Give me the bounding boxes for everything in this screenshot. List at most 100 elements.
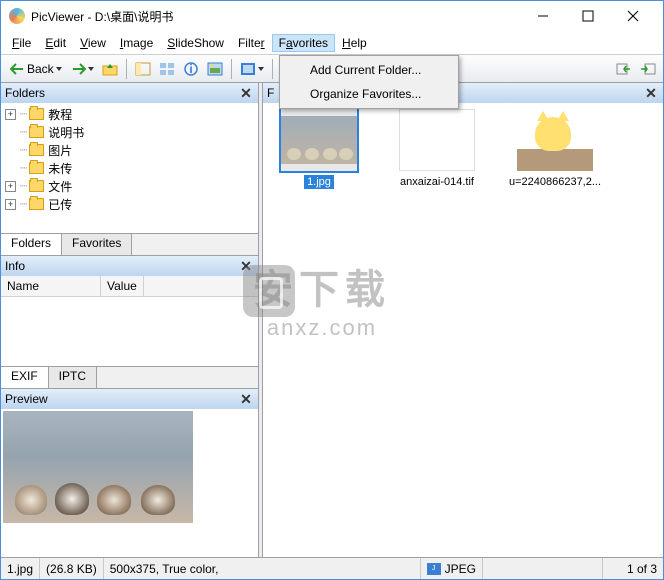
tree-item[interactable]: ┈图片 xyxy=(1,141,258,159)
folder-icon xyxy=(29,108,44,120)
folder-icon xyxy=(29,162,44,174)
preview-panel-close[interactable]: ✕ xyxy=(238,391,254,407)
tree-label: 文件 xyxy=(48,178,72,195)
tree-label: 说明书 xyxy=(48,124,84,141)
main-area: Folders ✕ +┈教程 ┈说明书 ┈图片 ┈未传 +┈文件 +┈已传 Fo… xyxy=(1,83,663,557)
folders-panel-title: Folders xyxy=(5,86,238,100)
info-col-value[interactable]: Value xyxy=(101,276,144,296)
tab-folders[interactable]: Folders xyxy=(1,234,62,256)
right-column: F ✕ 1.jpg anxaizai-014.tif u=2240866237,… xyxy=(263,83,663,557)
tab-exif[interactable]: EXIF xyxy=(1,367,49,389)
fullscreen-button[interactable] xyxy=(237,58,267,80)
close-button[interactable] xyxy=(610,2,655,30)
status-format: JJPEG xyxy=(421,558,483,579)
info-panel-close[interactable]: ✕ xyxy=(238,258,254,274)
forward-dropdown-icon xyxy=(88,67,94,71)
titlebar: PicViewer - D:\桌面\说明书 xyxy=(1,1,663,31)
tree-expand-icon[interactable]: + xyxy=(5,199,16,210)
menu-image[interactable]: Image xyxy=(113,34,160,52)
dropdown-add-folder[interactable]: Add Current Folder... xyxy=(282,58,456,82)
tree-item[interactable]: +┈已传 xyxy=(1,195,258,213)
thumbnail-item[interactable]: u=2240866237,2... xyxy=(505,109,605,189)
thumbnail-item[interactable]: 1.jpg xyxy=(269,109,369,189)
thumbnail-image xyxy=(517,109,593,171)
status-position: 1 of 3 xyxy=(603,558,663,579)
menu-file[interactable]: File xyxy=(5,34,38,52)
menu-filter[interactable]: Filter xyxy=(231,34,272,52)
tree-item[interactable]: ┈说明书 xyxy=(1,123,258,141)
toolbar-separator xyxy=(231,59,232,79)
tree-expand-icon xyxy=(5,163,16,174)
toolbar-separator xyxy=(272,59,273,79)
app-icon xyxy=(9,8,25,24)
menubar: File Edit View Image SlideShow Filter Fa… xyxy=(1,31,663,55)
tree-item[interactable]: ┈未传 xyxy=(1,159,258,177)
files-panel-close[interactable]: ✕ xyxy=(643,85,659,101)
thumbnail-image xyxy=(281,109,357,171)
folders-pane-button[interactable] xyxy=(132,58,154,80)
tree-label: 图片 xyxy=(48,142,72,159)
menu-edit[interactable]: Edit xyxy=(38,34,73,52)
left-bottom-tabs: Folders Favorites xyxy=(1,233,258,255)
status-filename: 1.jpg xyxy=(1,558,40,579)
preview-panel-header: Preview ✕ xyxy=(1,389,258,409)
window-title: PicViewer - D:\桌面\说明书 xyxy=(31,8,520,25)
tree-label: 未传 xyxy=(48,160,72,177)
status-dimensions: 500x375, True color, xyxy=(104,558,421,579)
folders-panel-header: Folders ✕ xyxy=(1,83,258,103)
thumbnail-item[interactable]: anxaizai-014.tif xyxy=(387,109,487,189)
info-grid: Name Value xyxy=(1,276,258,366)
minimize-button[interactable] xyxy=(520,2,565,30)
tree-item[interactable]: +┈文件 xyxy=(1,177,258,195)
thumbnail-label: u=2240866237,2... xyxy=(506,175,604,189)
statusbar: 1.jpg (26.8 KB) 500x375, True color, JJP… xyxy=(1,557,663,579)
menu-slideshow[interactable]: SlideShow xyxy=(160,34,231,52)
preview-image[interactable] xyxy=(3,411,193,523)
info-grid-header: Name Value xyxy=(1,276,258,297)
jpeg-icon: J xyxy=(427,563,441,575)
menu-help[interactable]: Help xyxy=(335,34,374,52)
preview-pane-button[interactable] xyxy=(204,58,226,80)
maximize-button[interactable] xyxy=(565,2,610,30)
tree-expand-icon xyxy=(5,145,16,156)
folder-tree[interactable]: +┈教程 ┈说明书 ┈图片 ┈未传 +┈文件 +┈已传 xyxy=(1,103,258,233)
thumbnails-button[interactable] xyxy=(156,58,178,80)
folder-icon xyxy=(29,126,44,138)
dropdown-icon xyxy=(258,67,264,71)
tree-expand-icon[interactable]: + xyxy=(5,109,16,120)
files-body[interactable]: 1.jpg anxaizai-014.tif u=2240866237,2... xyxy=(263,103,663,557)
preview-panel-title: Preview xyxy=(5,392,238,406)
tree-expand-icon[interactable]: + xyxy=(5,181,16,192)
svg-text:i: i xyxy=(189,62,192,76)
up-folder-button[interactable] xyxy=(99,58,121,80)
preview-panel: Preview ✕ xyxy=(1,388,258,557)
folders-panel-close[interactable]: ✕ xyxy=(238,85,254,101)
folder-icon xyxy=(29,198,44,210)
import-button[interactable] xyxy=(613,58,635,80)
folder-icon xyxy=(29,180,44,192)
thumbnail-image xyxy=(399,109,475,171)
info-col-name[interactable]: Name xyxy=(1,276,101,296)
info-bottom-tabs: EXIF IPTC xyxy=(1,366,258,388)
thumbnail-label: 1.jpg xyxy=(304,175,334,189)
back-dropdown-icon xyxy=(56,67,62,71)
export-button[interactable] xyxy=(637,58,659,80)
left-column: Folders ✕ +┈教程 ┈说明书 ┈图片 ┈未传 +┈文件 +┈已传 Fo… xyxy=(1,83,259,557)
menu-view[interactable]: View xyxy=(73,34,113,52)
preview-body xyxy=(1,409,258,557)
tree-expand-icon xyxy=(5,127,16,138)
dropdown-organize[interactable]: Organize Favorites... xyxy=(282,82,456,106)
folder-icon xyxy=(29,144,44,156)
back-button[interactable]: Back xyxy=(5,58,67,80)
favorites-dropdown: Add Current Folder... Organize Favorites… xyxy=(279,55,459,109)
info-button[interactable]: i xyxy=(180,58,202,80)
info-panel-title: Info xyxy=(5,259,238,273)
menu-favorites[interactable]: Favorites xyxy=(272,34,335,52)
tab-favorites[interactable]: Favorites xyxy=(62,234,132,256)
tab-iptc[interactable]: IPTC xyxy=(49,367,97,389)
tree-label: 已传 xyxy=(48,196,72,213)
forward-button[interactable] xyxy=(69,58,97,80)
back-label: Back xyxy=(27,62,54,76)
tree-item[interactable]: +┈教程 xyxy=(1,105,258,123)
info-panel: Info ✕ Name Value EXIF IPTC xyxy=(1,255,258,388)
